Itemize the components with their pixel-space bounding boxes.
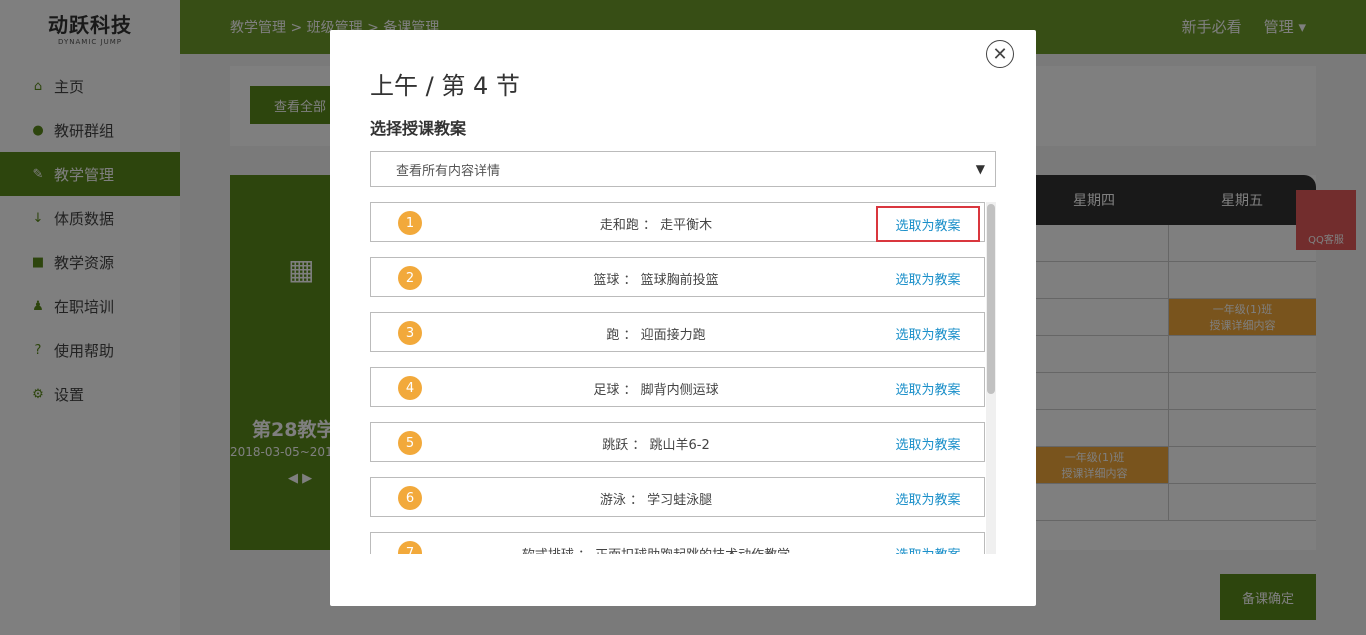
select-plan-link[interactable]: 选取为教案 (876, 266, 980, 290)
item-number: 5 (398, 431, 422, 455)
list-item: 6 游泳 ： 学习蛙泳腿 选取为教案 (370, 477, 985, 517)
item-title: 篮球 ： 篮球胸前投篮 (593, 273, 719, 288)
item-title: 走和跑 ： 走平衡木 (599, 218, 713, 233)
lesson-plan-list: 1 走和跑 ： 走平衡木 选取为教案 2 篮球 ： 篮球胸前投篮 选取为教案 3… (370, 202, 996, 554)
list-item: 1 走和跑 ： 走平衡木 选取为教案 (370, 202, 985, 242)
select-plan-link[interactable]: 选取为教案 (876, 206, 980, 242)
item-number: 2 (398, 266, 422, 290)
close-icon: ✕ (992, 43, 1008, 65)
scrollbar-thumb[interactable] (987, 204, 995, 394)
select-plan-link[interactable]: 选取为教案 (876, 376, 980, 400)
content-filter-select[interactable]: 查看所有内容详情 ▼ (370, 151, 996, 187)
select-value: 查看所有内容详情 (396, 163, 501, 179)
close-button[interactable]: ✕ (986, 40, 1014, 68)
item-number: 4 (398, 376, 422, 400)
select-plan-link[interactable]: 选取为教案 (876, 321, 980, 345)
item-number: 3 (398, 321, 422, 345)
list-scrollbar[interactable] (986, 202, 996, 554)
item-title: 游泳 ： 学习蛙泳腿 (599, 493, 713, 508)
item-title: 足球 ： 脚背内侧运球 (593, 383, 719, 398)
item-title: 跑 ： 迎面接力跑 (606, 328, 706, 343)
list-item: 4 足球 ： 脚背内侧运球 选取为教案 (370, 367, 985, 407)
modal-title: 上午 / 第 4 节 (370, 72, 520, 100)
item-title: 跳跃 ： 跳山羊6-2 (602, 438, 710, 453)
item-title: 软式排球 ： 正面扣球助跑起跳的技术动作教学 (451, 544, 861, 554)
list-item: 2 篮球 ： 篮球胸前投篮 选取为教案 (370, 257, 985, 297)
lesson-plan-modal: ✕ 上午 / 第 4 节 选择授课教案 查看所有内容详情 ▼ 1 走和跑 ： 走… (330, 30, 1036, 606)
list-item: 7 软式排球 ： 正面扣球助跑起跳的技术动作教学 选取为教案 (370, 532, 985, 554)
caret-down-icon: ▼ (975, 162, 985, 176)
list-item: 3 跑 ： 迎面接力跑 选取为教案 (370, 312, 985, 352)
modal-subtitle: 选择授课教案 (370, 119, 467, 138)
item-number: 7 (398, 541, 422, 554)
item-number: 1 (398, 211, 422, 235)
select-plan-link[interactable]: 选取为教案 (876, 486, 980, 510)
item-number: 6 (398, 486, 422, 510)
select-plan-link[interactable]: 选取为教案 (876, 431, 980, 455)
select-plan-link[interactable]: 选取为教案 (876, 541, 980, 555)
list-item: 5 跳跃 ： 跳山羊6-2 选取为教案 (370, 422, 985, 462)
